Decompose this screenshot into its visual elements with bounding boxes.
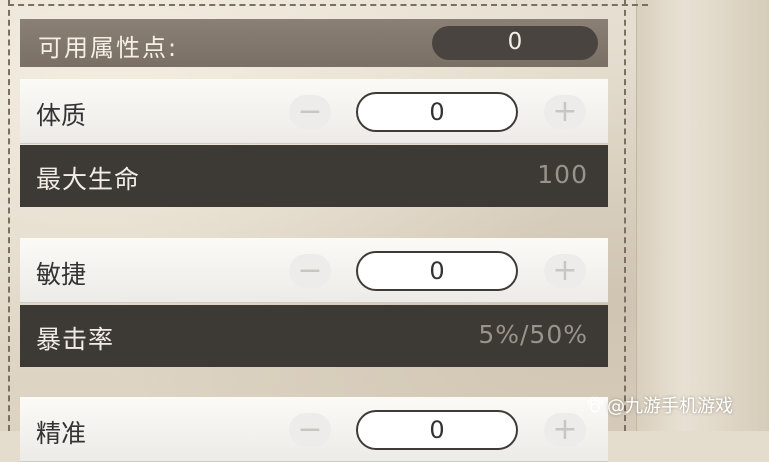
- decrease-button[interactable]: −: [289, 413, 331, 447]
- stat-value-field[interactable]: 0: [356, 410, 518, 450]
- derived-stat-value: 100: [537, 160, 588, 189]
- stat-row-constitution: 体质 − 0 +: [20, 79, 608, 144]
- plus-icon: +: [552, 253, 578, 288]
- watermark-text: @九游手机游戏: [607, 396, 733, 417]
- stat-name: 精准: [36, 419, 87, 448]
- plus-icon: +: [552, 412, 578, 447]
- available-points-pill: 0: [432, 26, 598, 60]
- dashed-border-right: [624, 0, 626, 431]
- watermark: @九游手机游戏: [586, 392, 733, 418]
- increase-button[interactable]: +: [544, 254, 586, 288]
- stat-row-precision: 精准 − 0 +: [20, 397, 608, 462]
- dashed-border-left: [8, 0, 10, 431]
- plus-icon: +: [552, 94, 578, 129]
- increase-button[interactable]: +: [544, 95, 586, 129]
- page-edge: [636, 0, 769, 431]
- minus-icon: −: [297, 94, 323, 129]
- increase-button[interactable]: +: [544, 413, 586, 447]
- derived-stat-value: 5%/50%: [478, 320, 588, 349]
- stat-value-field[interactable]: 0: [356, 92, 518, 132]
- stat-name: 敏捷: [36, 260, 87, 289]
- derived-row-max-hp: 最大生命 100: [20, 145, 608, 207]
- stat-row-agility: 敏捷 − 0 +: [20, 238, 608, 303]
- minus-icon: −: [297, 253, 323, 288]
- paw-icon: [587, 396, 604, 413]
- derived-row-crit-rate: 暴击率 5%/50%: [20, 305, 608, 367]
- available-points-row: 可用属性点: 0: [20, 19, 608, 67]
- stat-value-field[interactable]: 0: [356, 251, 518, 291]
- decrease-button[interactable]: −: [289, 254, 331, 288]
- available-points-value: 0: [507, 29, 523, 55]
- available-points-label: 可用属性点:: [38, 34, 179, 62]
- derived-stat-name: 最大生命: [36, 165, 141, 194]
- stat-name: 体质: [36, 101, 87, 130]
- decrease-button[interactable]: −: [289, 95, 331, 129]
- minus-icon: −: [297, 412, 323, 447]
- dashed-border-top: [8, 4, 648, 6]
- derived-stat-name: 暴击率: [36, 325, 115, 354]
